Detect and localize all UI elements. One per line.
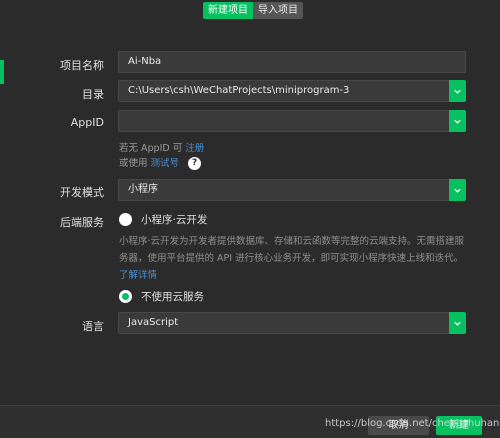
help-icon[interactable]: ?	[188, 157, 202, 170]
language-label: 语言	[82, 320, 104, 333]
test-account-link[interactable]: 测试号	[151, 158, 180, 169]
tab-import-project[interactable]: 导入项目	[253, 2, 303, 19]
chevron-down-icon[interactable]	[449, 110, 466, 132]
project-tabs: 新建项目 导入项目	[203, 2, 303, 19]
dev-mode-select[interactable]: 小程序	[118, 179, 466, 201]
directory-value: C:\Users\csh\WeChatProjects\miniprogram-…	[128, 85, 350, 96]
cloud-dev-description: 小程序·云开发为开发者提供数据库、存储和云函数等完整的云端支持。无需搭建服务器，…	[119, 233, 471, 284]
appid-register-hint: 若无 AppID 可 注册	[119, 140, 204, 154]
left-accent-bar	[0, 60, 4, 84]
language-select[interactable]: JavaScript	[118, 312, 466, 334]
appid-hint2-text: 或使用	[119, 158, 148, 169]
dev-mode-value: 小程序	[128, 184, 158, 195]
tab-new-project[interactable]: 新建项目	[203, 2, 253, 19]
project-name-label: 项目名称	[60, 59, 104, 72]
backend-label: 后端服务	[60, 216, 104, 229]
project-name-input[interactable]: Ai-Nba	[118, 51, 466, 73]
dev-mode-label: 开发模式	[60, 186, 104, 199]
register-link[interactable]: 注册	[185, 143, 204, 154]
watermark-text: https://blog.csdn.net/chengshuhang	[325, 418, 500, 429]
chevron-down-icon[interactable]	[449, 80, 466, 102]
learn-more-link[interactable]: 了解详情	[119, 270, 157, 281]
new-project-dialog: 新建项目 导入项目 项目名称 Ai-Nba 目录 C:\Users\csh\We…	[0, 0, 500, 438]
cloud-dev-label: 小程序·云开发	[141, 214, 208, 226]
appid-hint-text: 若无 AppID 可	[119, 143, 183, 154]
radio-unchecked-icon[interactable]	[119, 213, 132, 226]
radio-no-cloud[interactable]: 不使用云服务	[119, 289, 204, 304]
chevron-down-icon[interactable]	[449, 179, 466, 201]
appid-test-hint: 或使用 测试号 ?	[119, 155, 202, 170]
appid-label: AppID	[70, 116, 104, 129]
language-value: JavaScript	[128, 317, 179, 328]
radio-cloud-dev[interactable]: 小程序·云开发	[119, 212, 207, 227]
directory-select[interactable]: C:\Users\csh\WeChatProjects\miniprogram-…	[118, 80, 466, 102]
no-cloud-label: 不使用云服务	[141, 291, 204, 303]
radio-checked-icon[interactable]	[119, 290, 132, 303]
appid-select[interactable]	[118, 110, 466, 132]
cloud-dev-description-text: 小程序·云开发为开发者提供数据库、存储和云函数等完整的云端支持。无需搭建服务器，…	[119, 236, 465, 264]
directory-label: 目录	[82, 88, 104, 101]
chevron-down-icon[interactable]	[449, 312, 466, 334]
